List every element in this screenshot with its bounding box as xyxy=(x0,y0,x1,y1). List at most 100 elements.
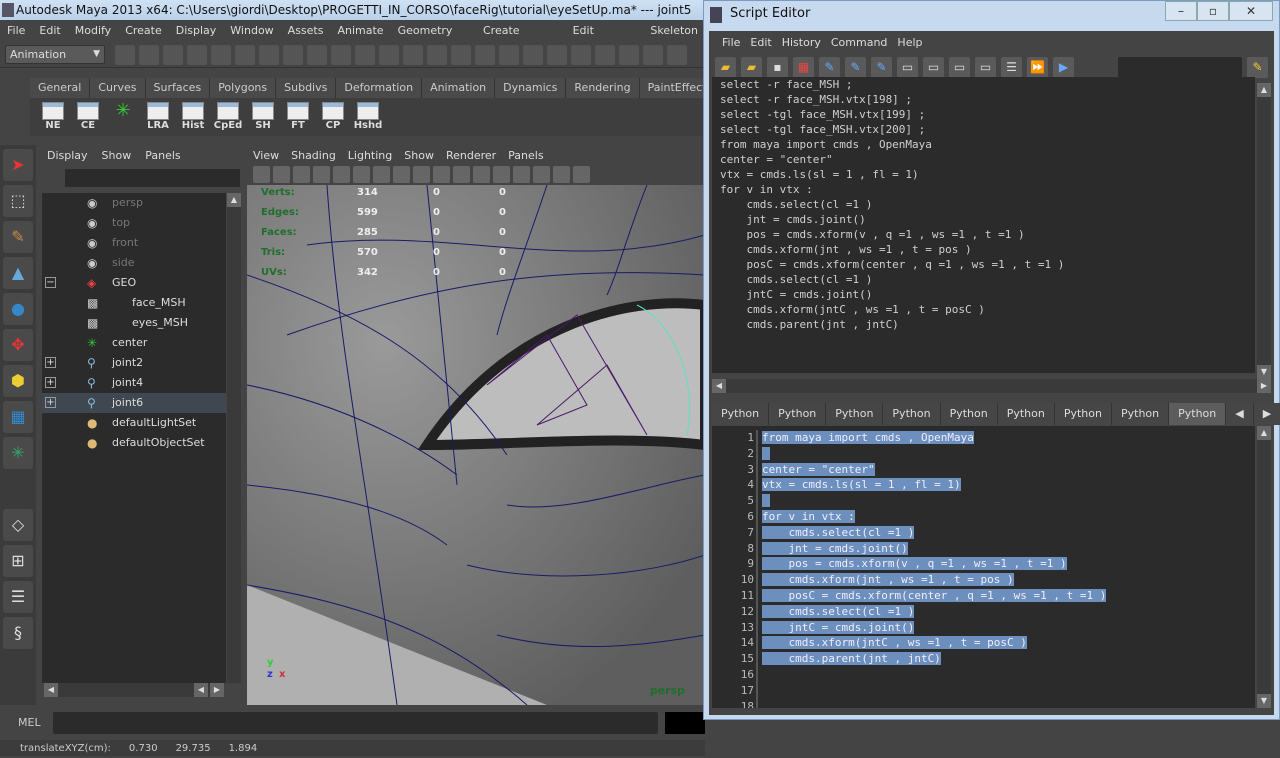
maximize-button[interactable]: ▫ xyxy=(1197,1,1229,21)
image-plane-icon[interactable] xyxy=(313,166,330,183)
statusline-tool-icon[interactable] xyxy=(403,45,423,65)
shelf-button-lra[interactable]: LRA xyxy=(143,102,173,134)
menu-edit-deformers[interactable]: Edit Deformers xyxy=(566,20,644,59)
scroll-down-icon[interactable]: ▼ xyxy=(1257,694,1271,708)
menu-geometry-cache[interactable]: Geometry Cache xyxy=(391,20,476,59)
script-tab-python[interactable]: Python xyxy=(1169,403,1227,425)
statusline-tool-icon[interactable] xyxy=(643,45,663,65)
statusline-tool-icon[interactable] xyxy=(619,45,639,65)
menu-edit[interactable]: Edit xyxy=(32,20,67,42)
statusline-tool-icon[interactable] xyxy=(499,45,519,65)
statusline-tool-icon[interactable] xyxy=(235,45,255,65)
outliner-menu-panels[interactable]: Panels xyxy=(138,145,187,167)
perspective-viewport[interactable]: View Shading Lighting Show Renderer Panels y … xyxy=(247,147,705,705)
scroll-right-icon[interactable]: ▶ xyxy=(1257,379,1271,393)
outliner-menu-show[interactable]: Show xyxy=(95,145,139,167)
sphere-icon[interactable] xyxy=(573,166,590,183)
viewport-menu-show[interactable]: Show xyxy=(398,147,440,165)
outliner-horizontal-scrollbar[interactable]: ◀ ◀ ▶ xyxy=(44,683,224,697)
cube-icon[interactable] xyxy=(493,166,510,183)
script-tab-python[interactable]: Python xyxy=(883,403,941,425)
script-tab-python[interactable]: Python xyxy=(712,403,770,425)
save-script-icon[interactable]: ▪ xyxy=(767,57,788,78)
statusline-tool-icon[interactable] xyxy=(523,45,543,65)
expand-toggle-icon[interactable]: + xyxy=(45,357,56,368)
statusline-tool-icon[interactable] xyxy=(571,45,591,65)
outliner-search-field[interactable] xyxy=(65,169,240,187)
statusline-tool-icon[interactable] xyxy=(595,45,615,65)
soft-mod-tool-icon[interactable]: ▦ xyxy=(3,401,33,433)
outliner-item-center[interactable]: ✳ center xyxy=(42,333,226,353)
flat-shade-icon[interactable] xyxy=(413,166,430,183)
scroll-up-icon[interactable]: ▲ xyxy=(227,193,241,207)
mel-command-input[interactable] xyxy=(53,712,658,734)
viewport-menu-view[interactable]: View xyxy=(247,147,285,165)
manipulator-tool-icon[interactable]: ⬢ xyxy=(3,365,33,397)
smooth-shade-icon[interactable] xyxy=(393,166,410,183)
scroll-left-icon[interactable]: ◀ xyxy=(44,683,58,697)
open-script-icon[interactable]: ▰ xyxy=(715,57,736,78)
cube-shaded-icon[interactable] xyxy=(513,166,530,183)
outliner-item-joint2[interactable]: + ⚲ joint2 xyxy=(42,353,226,373)
history-horizontal-scrollbar[interactable]: ◀ ▶ xyxy=(712,379,1271,393)
shelf-tab-surfaces[interactable]: Surfaces xyxy=(145,78,211,98)
statusline-tool-icon[interactable] xyxy=(163,45,183,65)
viewport-menu-lighting[interactable]: Lighting xyxy=(342,147,398,165)
history-scrollbar[interactable]: ▲ ▼ xyxy=(1257,83,1271,379)
menu-window[interactable]: Window xyxy=(223,20,280,42)
menu-assets[interactable]: Assets xyxy=(281,20,331,42)
scroll-left-icon[interactable]: ◀ xyxy=(712,379,726,393)
outliner-item-joint4[interactable]: + ⚲ joint4 xyxy=(42,373,226,393)
script-menu-history[interactable]: History xyxy=(777,31,826,53)
show-line-numbers-icon[interactable]: ✎ xyxy=(845,57,866,78)
viewport-menu-renderer[interactable]: Renderer xyxy=(440,147,502,165)
shelf-tab-polygons[interactable]: Polygons xyxy=(210,78,277,98)
clear-history-icon[interactable]: ✎ xyxy=(871,57,892,78)
statusline-tool-icon[interactable] xyxy=(547,45,567,65)
camera-attr-icon[interactable] xyxy=(273,166,290,183)
outliner-item-face-msh[interactable]: ▩ face_MSH xyxy=(42,293,226,313)
show-tooltip-icon[interactable]: ▭ xyxy=(975,57,996,78)
camera-icon[interactable] xyxy=(253,166,270,183)
show-both-icon[interactable]: ▭ xyxy=(949,57,970,78)
script-search-field[interactable] xyxy=(1118,57,1242,78)
shelf-tab-curves[interactable]: Curves xyxy=(90,78,146,98)
script-tab-python[interactable]: Python xyxy=(1054,403,1112,425)
grid-icon[interactable] xyxy=(333,166,350,183)
echo-commands-icon[interactable]: ✎ xyxy=(819,57,840,78)
scroll-down-icon[interactable]: ▼ xyxy=(1257,365,1271,379)
script-tab-python[interactable]: Python xyxy=(769,403,827,425)
menu-skeleton[interactable]: Skeleton xyxy=(643,20,705,42)
close-button[interactable]: ✕ xyxy=(1229,1,1273,21)
script-tab-python[interactable]: Python xyxy=(997,403,1055,425)
script-tab-python[interactable]: Python xyxy=(826,403,884,425)
show-input-icon[interactable]: ▭ xyxy=(923,57,944,78)
statusline-tool-icon[interactable] xyxy=(355,45,375,65)
statusline-tool-icon[interactable] xyxy=(451,45,471,65)
statusline-tool-icon[interactable] xyxy=(307,45,327,65)
menu-display[interactable]: Display xyxy=(169,20,224,42)
move-tool-icon[interactable]: ▲ xyxy=(3,257,33,289)
shelf-tab-general[interactable]: General xyxy=(30,78,91,98)
expand-toggle-icon[interactable]: + xyxy=(45,377,56,388)
layout-single-icon[interactable]: ◇ xyxy=(3,509,33,541)
wireframe-icon[interactable] xyxy=(353,166,370,183)
statusline-tool-icon[interactable] xyxy=(427,45,447,65)
outliner-item-defaultobjectset[interactable]: ● defaultObjectSet xyxy=(42,433,226,453)
light-icon[interactable] xyxy=(533,166,550,183)
script-tab-python[interactable]: Python xyxy=(940,403,998,425)
outliner-item-eyes-msh[interactable]: ▩ eyes_MSH xyxy=(42,313,226,333)
execute-all-icon[interactable]: ⏩ xyxy=(1027,57,1048,78)
xray-icon[interactable] xyxy=(433,166,450,183)
source-script-icon[interactable]: ▰ xyxy=(741,57,762,78)
menu-create[interactable]: Create xyxy=(118,20,169,42)
clear-search-icon[interactable]: ✎ xyxy=(1247,57,1268,78)
menu-create-deformers[interactable]: Create Deformers xyxy=(476,20,566,59)
execute-icon[interactable]: ▶ xyxy=(1053,57,1074,78)
shelf-button-ce[interactable]: CE xyxy=(73,102,103,134)
line-numbers-icon[interactable]: ☰ xyxy=(1001,57,1022,78)
script-menu-edit[interactable]: Edit xyxy=(745,31,776,53)
text-icon[interactable] xyxy=(473,166,490,183)
film-gate-icon[interactable] xyxy=(373,166,390,183)
shelf-tab-rendering[interactable]: Rendering xyxy=(566,78,640,98)
